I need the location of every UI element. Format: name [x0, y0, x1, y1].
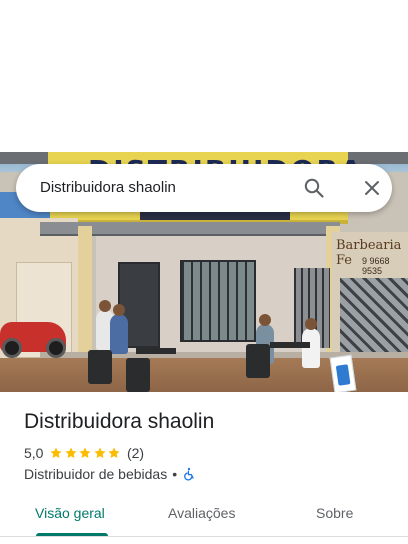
neighbor-barbershop: Barbearia Fe 9 9668 9535 — [332, 232, 408, 358]
rating-stars — [49, 446, 122, 460]
top-blank-area — [0, 0, 408, 152]
tabs-divider — [0, 536, 408, 537]
rating-value: 5,0 — [24, 445, 44, 461]
motorcycle-wheel — [2, 338, 22, 358]
pillar — [78, 226, 92, 362]
person-head — [259, 314, 271, 326]
barbershop-gate — [340, 278, 408, 358]
patio-chair — [88, 350, 112, 384]
barbershop-phone: 9 9668 9535 — [362, 256, 390, 276]
tab-overview[interactable]: Visão geral — [35, 505, 105, 521]
patio-chair — [126, 358, 150, 392]
rating-row[interactable]: 5,0 (2) — [24, 444, 144, 462]
search-query-text[interactable]: Distribuidora shaolin — [40, 179, 176, 196]
shop-window — [180, 260, 256, 342]
tab-about[interactable]: Sobre — [316, 505, 353, 521]
person-head — [113, 304, 125, 316]
place-tabs: Visão geral Avaliações Sobre — [0, 496, 408, 536]
star-icon — [65, 447, 77, 459]
search-icon[interactable] — [302, 176, 326, 200]
place-title: Distribuidora shaolin — [24, 410, 215, 433]
star-icon — [79, 447, 92, 459]
patio-table — [136, 348, 176, 354]
star-icon — [94, 447, 106, 459]
separator-dot: • — [172, 466, 178, 482]
patio-chair — [246, 344, 270, 378]
person — [110, 314, 128, 354]
search-bar[interactable]: Distribuidora shaolin — [16, 164, 392, 212]
person-head — [99, 300, 111, 312]
close-icon[interactable] — [360, 176, 384, 200]
star-icon — [50, 447, 63, 459]
person — [302, 328, 320, 368]
review-count[interactable]: (2) — [127, 445, 144, 461]
category-row: Distribuidor de bebidas • — [24, 465, 196, 483]
place-category: Distribuidor de bebidas — [24, 466, 168, 482]
wheelchair-icon — [182, 467, 196, 481]
person-head — [305, 318, 317, 330]
tab-reviews[interactable]: Avaliações — [168, 505, 235, 521]
star-icon — [108, 447, 121, 459]
patio-table — [270, 342, 310, 348]
motorcycle-wheel — [46, 338, 66, 358]
